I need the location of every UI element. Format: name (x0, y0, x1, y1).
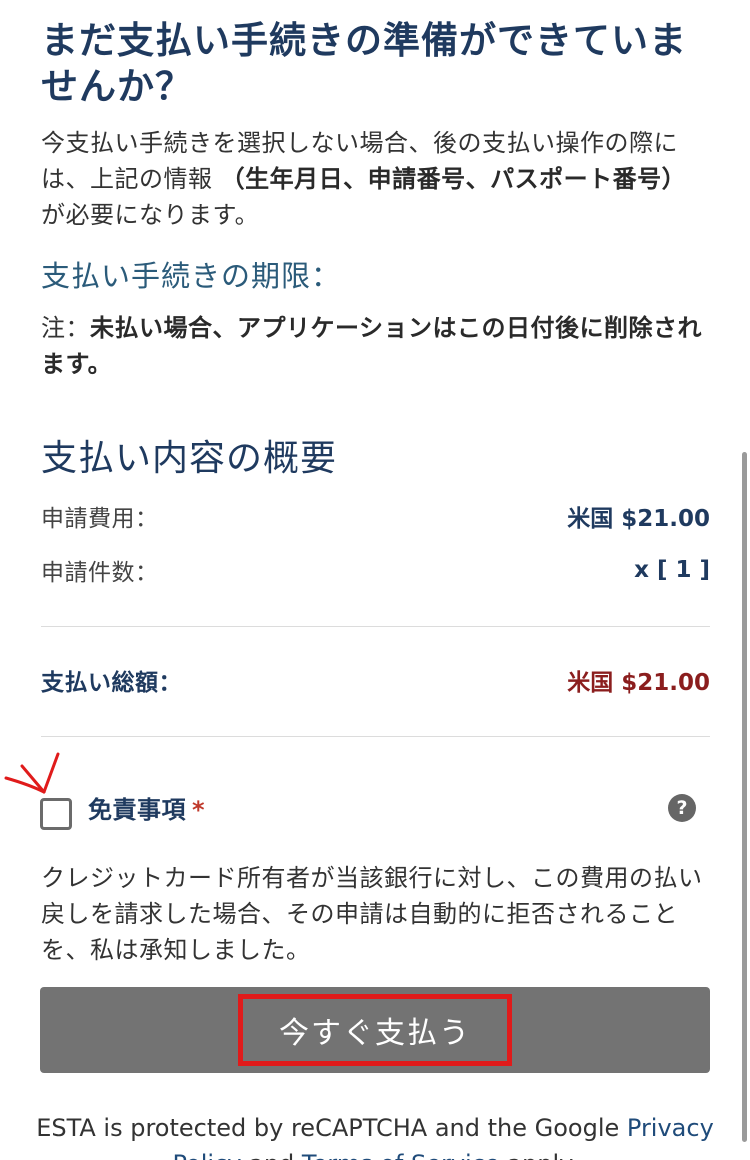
terms-link[interactable]: Terms of Service (302, 1150, 500, 1160)
red-arrow-annotation-icon (4, 752, 60, 794)
count-row: 申請件数： x [ 1 ] (41, 552, 710, 588)
disclaimer-label[interactable]: 免責事項 * (88, 792, 205, 828)
recaptcha-notice: ESTA is protected by reCAPTCHA and the G… (0, 1110, 750, 1160)
total-value: 米国 $21.00 (567, 670, 710, 696)
disclaimer-label-text: 免責事項 (88, 796, 186, 824)
not-ready-heading: まだ支払い手続きの準備ができていませんか？ (41, 19, 687, 108)
disclaimer-checkbox[interactable] (40, 798, 72, 830)
count-value: x [ 1 ] (634, 557, 710, 583)
red-highlight-annotation (238, 994, 512, 1066)
intro-text-after: が必要になります。 (41, 201, 260, 229)
footer-tail: apply. (500, 1150, 577, 1160)
total-row: 支払い総額： 米国 $21.00 (41, 662, 710, 698)
note-prefix: 注： (41, 314, 90, 342)
note-text: 未払い場合、アプリケーションはこの日付後に削除されます。 (41, 314, 703, 378)
intro-paragraph: 今支払い手続きを選択しない場合、後の支払い操作の際には、上記の情報 （生年月日、… (41, 125, 706, 233)
divider (41, 736, 710, 737)
footer-text: ESTA is protected by reCAPTCHA and the G… (36, 1114, 627, 1142)
scrollbar[interactable] (742, 452, 747, 1142)
fee-label: 申請費用： (41, 506, 159, 532)
required-mark: * (192, 796, 206, 824)
payment-page: まだ支払い手続きの準備ができていませんか？ 今支払い手続きを選択しない場合、後の… (0, 0, 750, 1160)
deadline-heading: 支払い手続きの期限： (41, 259, 342, 293)
count-label: 申請件数： (41, 560, 159, 586)
fee-value: 米国 $21.00 (567, 506, 710, 532)
total-label: 支払い総額： (41, 670, 182, 696)
footer-and: and (241, 1150, 301, 1160)
deadline-note: 注：未払い場合、アプリケーションはこの日付後に削除されます。 (41, 310, 706, 382)
disclaimer-text: クレジットカード所有者が当該銀行に対し、この費用の払い戻しを請求した場合、その申… (41, 864, 703, 964)
intro-required-info: （生年月日、申請番号、パスポート番号） (220, 165, 687, 193)
divider (41, 626, 710, 627)
question-circle-icon[interactable]: ? (668, 794, 696, 822)
fee-row: 申請費用： 米国 $21.00 (41, 498, 710, 534)
summary-heading: 支払い内容の概要 (41, 438, 338, 479)
